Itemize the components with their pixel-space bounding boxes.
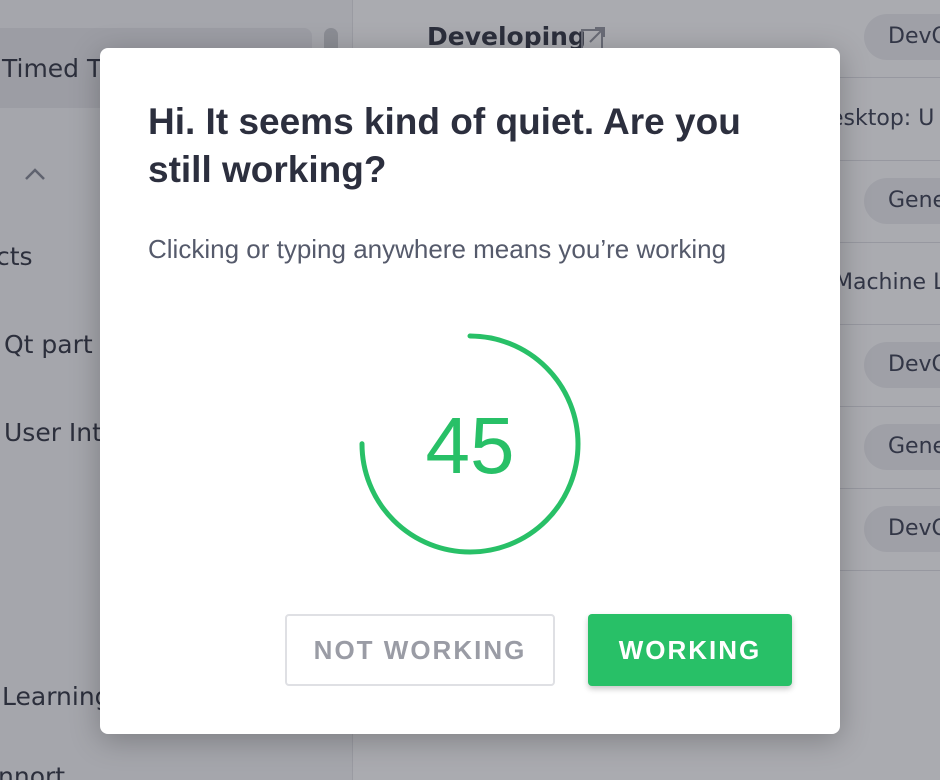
dialog-title: Hi. It seems kind of quiet. Are you stil…: [148, 101, 741, 190]
dialog-subtitle: Clicking or typing anywhere means you’re…: [148, 234, 727, 264]
countdown-number: 45: [425, 401, 515, 490]
working-button[interactable]: WORKING: [588, 614, 792, 686]
countdown-timer: 45: [356, 330, 584, 558]
idle-check-dialog: Hi. It seems kind of quiet. Are you stil…: [100, 48, 840, 734]
not-working-button[interactable]: NOT WORKING: [285, 614, 555, 686]
